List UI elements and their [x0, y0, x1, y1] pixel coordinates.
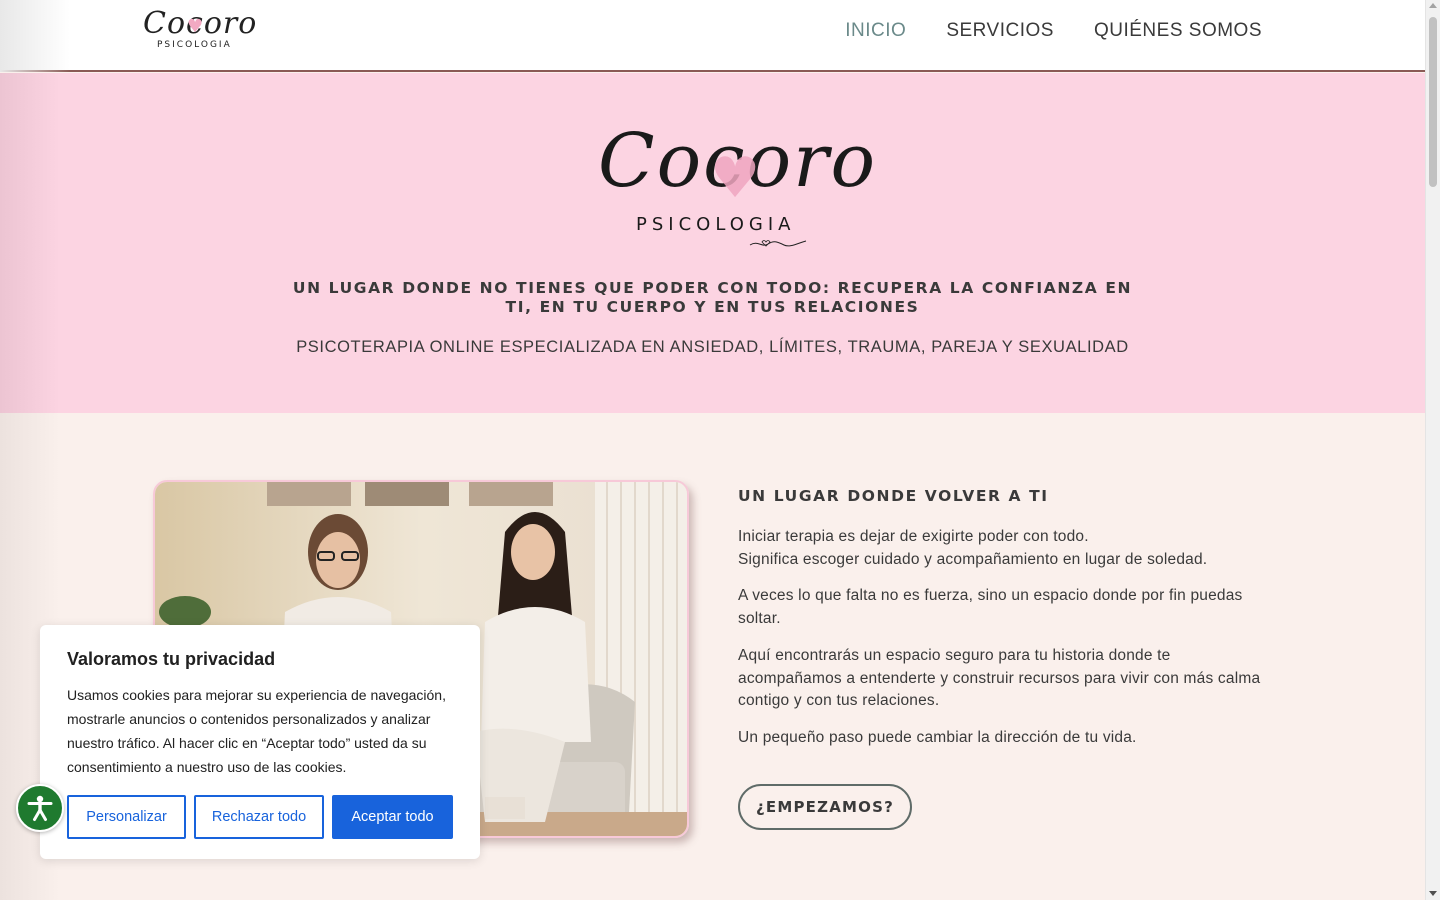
- hero-section: Cocoro ♥ PSICOLOGIA UN LUGAR DONDE NO TI…: [0, 73, 1425, 413]
- hero-title: UN LUGAR DONDE NO TIENES QUE PODER CON T…: [292, 279, 1133, 316]
- cookie-title: Valoramos tu privacidad: [67, 649, 276, 669]
- page-scrollbar[interactable]: [1425, 0, 1440, 900]
- cookie-accept-button[interactable]: Aceptar todo: [332, 795, 453, 839]
- site-header: Cocoro ♥ PSICOLOGIA INICIO SERVICIOS QUI…: [0, 0, 1425, 72]
- hero-subtitle: PSICOTERAPIA ONLINE ESPECIALIZADA EN ANS…: [296, 338, 1129, 356]
- heart-icon: ♥: [710, 146, 761, 211]
- main-nav: INICIO SERVICIOS QUIÉNES SOMOS: [845, 20, 1262, 42]
- nav-item-quienes-somos[interactable]: QUIÉNES SOMOS: [1094, 20, 1262, 42]
- cookie-consent-banner: Valoramos tu privacidad Usamos cookies p…: [40, 625, 480, 859]
- logo-sub-text: PSICOLOGIA: [157, 40, 232, 50]
- accessibility-button[interactable]: [16, 784, 64, 832]
- accessibility-icon: [27, 795, 53, 821]
- header-edge-shadow: [0, 0, 70, 72]
- cookie-customize-button[interactable]: Personalizar: [67, 795, 186, 839]
- flourish-decoration: [749, 240, 807, 247]
- intro-paragraph-4: Un pequeño paso puede cambiar la direcci…: [738, 729, 1137, 746]
- start-button[interactable]: ¿EMPEZAMOS?: [738, 784, 912, 830]
- scroll-up-arrow-icon[interactable]: [1429, 3, 1437, 8]
- intro-title: UN LUGAR DONDE VOLVER A TI: [738, 487, 1049, 505]
- scroll-down-arrow-icon[interactable]: [1429, 891, 1437, 896]
- hero-logo-sub: PSICOLOGIA: [636, 214, 796, 235]
- hero-edge-shadow: [0, 73, 60, 413]
- intro-paragraph-3: Aquí encontrarás un espacio seguro para …: [738, 647, 1261, 709]
- nav-item-servicios[interactable]: SERVICIOS: [946, 20, 1054, 42]
- cookie-description: Usamos cookies para mejorar su experienc…: [67, 687, 446, 775]
- nav-item-inicio[interactable]: INICIO: [845, 20, 906, 42]
- intro-paragraph-2: A veces lo que falta no es fuerza, sino …: [738, 587, 1243, 627]
- intro-paragraph-1: Iniciar terapia es dejar de exigirte pod…: [738, 526, 1268, 571]
- intro-paragraph-1-line-2: Significa escoger cuidado y acompañamien…: [738, 550, 1208, 568]
- intro-paragraph-1-line-1: Iniciar terapia es dejar de exigirte pod…: [738, 528, 1089, 545]
- hero-logo: Cocoro ♥ PSICOLOGIA: [598, 118, 875, 258]
- scrollbar-thumb[interactable]: [1429, 17, 1437, 187]
- heart-icon: ♥: [187, 16, 204, 37]
- header-logo[interactable]: Cocoro ♥ PSICOLOGIA: [143, 6, 256, 60]
- cookie-reject-button[interactable]: Rechazar todo: [194, 795, 324, 839]
